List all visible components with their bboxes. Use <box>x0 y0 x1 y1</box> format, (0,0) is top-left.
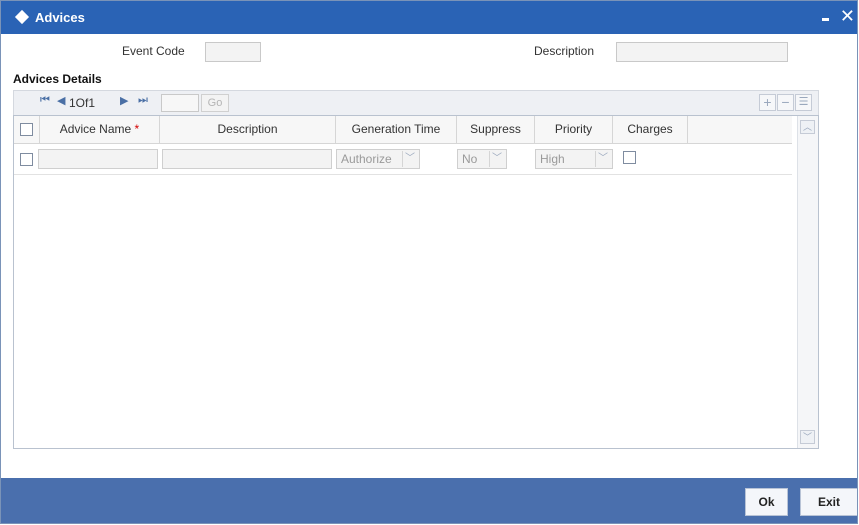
exit-button[interactable]: Exit <box>800 488 857 516</box>
page-number-input[interactable] <box>161 94 199 112</box>
advices-window: Advices ✕ Event Code Description Advices… <box>0 0 858 524</box>
column-advice-name-label: Advice Name <box>59 122 132 136</box>
close-icon[interactable]: ✕ <box>840 6 855 26</box>
page-info: 1Of1 <box>69 96 96 110</box>
column-header-suppress: Suppress <box>457 116 535 143</box>
header-select-cell <box>14 116 40 143</box>
required-marker: * <box>134 122 140 136</box>
column-header-priority: Priority <box>535 116 613 143</box>
column-header-description: Description <box>160 116 336 143</box>
diamond-icon <box>14 9 30 25</box>
window-title: Advices <box>35 10 85 25</box>
ok-button[interactable]: Ok <box>745 488 788 516</box>
view-list-icon[interactable]: ☰ <box>795 94 812 111</box>
column-header-advice-name: Advice Name * <box>40 116 160 143</box>
go-button[interactable]: Go <box>201 94 229 112</box>
column-header-generation-time: Generation Time <box>336 116 457 143</box>
generation-time-value: Authorize <box>341 152 392 166</box>
grid-header: Advice Name * Description Generation Tim… <box>14 116 792 144</box>
event-code-label: Event Code <box>122 44 185 58</box>
select-all-checkbox[interactable] <box>20 123 33 136</box>
scroll-down-icon[interactable]: ﹀ <box>800 430 815 444</box>
table-row: Authorize ﹀ No ﹀ High ﹀ <box>14 144 792 175</box>
advice-name-input[interactable] <box>38 149 158 169</box>
event-code-input[interactable] <box>205 42 261 62</box>
navigation-bar: ⏮ ◀ 1Of1 ▶ ⏭ Go + − ☰ <box>13 90 819 115</box>
scroll-up-icon[interactable]: ︿ <box>800 120 815 134</box>
next-page-icon[interactable]: ▶ <box>120 94 128 107</box>
section-title: Advices Details <box>13 72 102 86</box>
charges-checkbox[interactable] <box>623 151 636 164</box>
first-page-icon[interactable]: ⏮ <box>40 94 50 107</box>
advices-grid: Advice Name * Description Generation Tim… <box>13 115 819 449</box>
row-select-checkbox[interactable] <box>20 153 33 166</box>
footer-bar: Ok Exit <box>1 478 857 523</box>
last-page-icon[interactable]: ⏭ <box>138 94 148 107</box>
description-input[interactable] <box>616 42 788 62</box>
delete-row-icon[interactable]: − <box>777 94 794 111</box>
chevron-down-icon: ﹀ <box>489 151 504 167</box>
priority-select[interactable]: High ﹀ <box>535 149 613 169</box>
column-header-charges: Charges <box>613 116 688 143</box>
add-row-icon[interactable]: + <box>759 94 776 111</box>
generation-time-select[interactable]: Authorize ﹀ <box>336 149 420 169</box>
priority-value: High <box>540 152 565 166</box>
description-label: Description <box>534 44 595 58</box>
title-bar: Advices ✕ <box>1 1 857 34</box>
suppress-value: No <box>462 152 478 166</box>
previous-page-icon[interactable]: ◀ <box>57 94 65 107</box>
vertical-scrollbar[interactable]: ︿ ﹀ <box>797 116 818 448</box>
chevron-down-icon: ﹀ <box>402 151 417 167</box>
row-description-input[interactable] <box>162 149 332 169</box>
minimize-icon[interactable] <box>822 18 829 21</box>
chevron-down-icon: ﹀ <box>595 151 610 167</box>
suppress-select[interactable]: No ﹀ <box>457 149 507 169</box>
